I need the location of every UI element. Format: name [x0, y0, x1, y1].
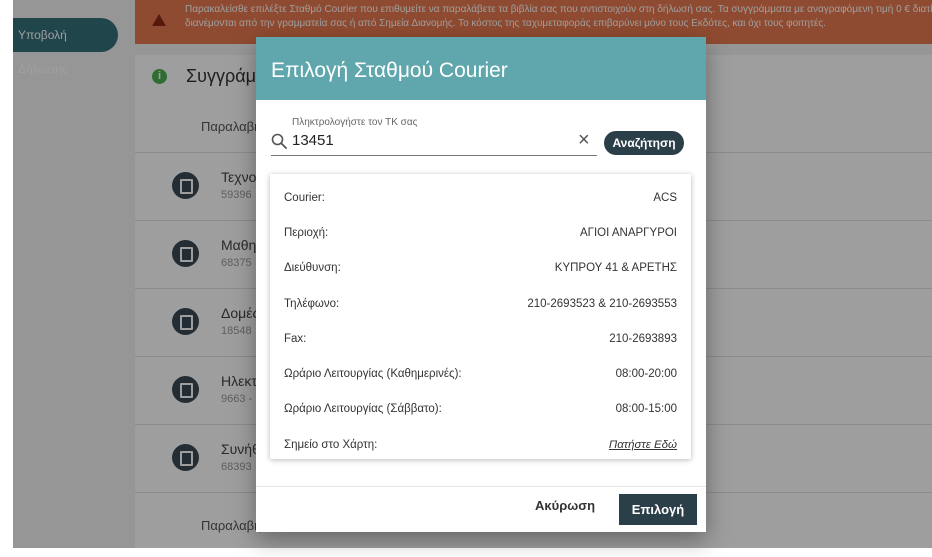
info-label: Ωράριο Λειτουργίας (Σάββατο):	[284, 403, 442, 416]
close-icon[interactable]: ×	[578, 130, 590, 150]
screenshot-frame-left	[0, 0, 13, 557]
info-value: 08:00-15:00	[615, 403, 677, 416]
info-label: Ωράριο Λειτουργίας (Καθημερινές):	[284, 368, 462, 381]
cancel-button[interactable]: Ακύρωση	[535, 498, 595, 513]
map-link[interactable]: Πατήστε Εδώ	[609, 439, 677, 451]
info-value: ACS	[653, 191, 677, 204]
dialog-title: Επιλογή Σταθμού Courier	[256, 37, 706, 100]
info-value: 210-2693523 & 210-2693553	[527, 297, 677, 310]
screenshot-frame-bottom	[0, 548, 932, 557]
info-row-hours-saturday: Ωράριο Λειτουργίας (Σάββατο): 08:00-15:0…	[284, 392, 677, 427]
info-label: Σημείο στο Χάρτη:	[284, 438, 378, 451]
info-value: 210-2693893	[609, 332, 677, 345]
info-row-area: Περιοχή: ΑΓΙΟΙ ΑΝΑΡΓΥΡΟΙ	[284, 215, 677, 250]
info-label: Διεύθυνση:	[284, 262, 341, 275]
courier-info-panel: Courier: ACS Περιοχή: ΑΓΙΟΙ ΑΝΑΡΓΥΡΟΙ Δι…	[270, 174, 691, 459]
dialog-footer: Ακύρωση Επιλογή	[256, 486, 706, 532]
search-icon	[271, 133, 287, 149]
info-label: Fax:	[284, 332, 307, 345]
info-label: Περιοχή:	[284, 226, 329, 239]
info-label: Courier:	[284, 191, 325, 204]
search-underline	[271, 155, 597, 156]
info-value: ΚΥΠΡΟΥ 41 & ΑΡΕΤΗΣ	[554, 262, 677, 275]
select-button[interactable]: Επιλογή	[619, 494, 697, 525]
info-row-hours-weekdays: Ωράριο Λειτουργίας (Καθημερινές): 08:00-…	[284, 356, 677, 391]
info-row-courier: Courier: ACS	[284, 180, 677, 215]
info-label: Τηλέφωνο:	[284, 297, 340, 310]
search-button[interactable]: Αναζήτηση	[604, 131, 684, 155]
search-field: Πληκτρολογήστε τον ΤΚ σας × Αναζήτηση	[256, 100, 706, 160]
info-value: 08:00-20:00	[615, 368, 677, 381]
info-row-phone: Τηλέφωνο: 210-2693523 & 210-2693553	[284, 286, 677, 321]
courier-dialog: Επιλογή Σταθμού Courier Πληκτρολογήστε τ…	[256, 37, 706, 532]
postcode-input[interactable]	[292, 130, 546, 150]
info-value: ΑΓΙΟΙ ΑΝΑΡΓΥΡΟΙ	[579, 226, 677, 239]
info-row-fax: Fax: 210-2693893	[284, 321, 677, 356]
info-row-map: Σημείο στο Χάρτη: Πατήστε Εδώ	[284, 427, 677, 462]
search-label: Πληκτρολογήστε τον ΤΚ σας	[292, 117, 418, 128]
info-row-address: Διεύθυνση: ΚΥΠΡΟΥ 41 & ΑΡΕΤΗΣ	[284, 251, 677, 286]
